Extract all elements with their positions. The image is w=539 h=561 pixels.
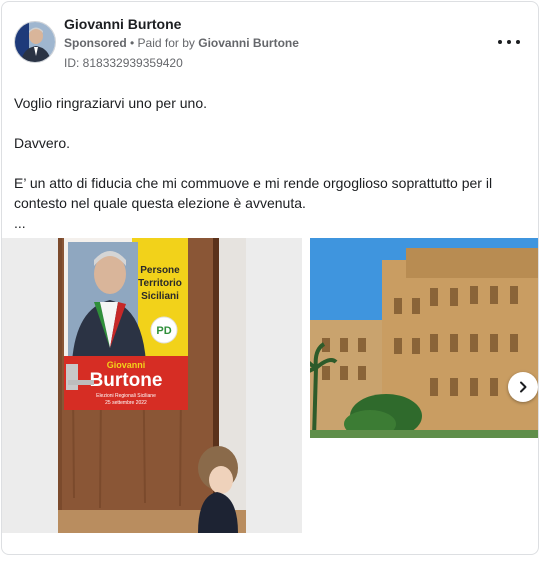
poster-first-name: Giovanni	[107, 360, 146, 370]
post-text-line: E’ un atto di fiducia che mi commuove e …	[14, 175, 493, 211]
ad-meta: Sponsored • Paid for by Giovanni Burtone	[64, 36, 299, 50]
more-horizontal-icon	[498, 40, 502, 44]
photo-door-poster[interactable]: Persone Territorio Siciliani PD Giovanni…	[2, 238, 302, 533]
poster-side-line: Persone	[140, 265, 180, 276]
poster-side-line: Territorio	[138, 278, 182, 289]
post-text-line: Davvero.	[14, 135, 71, 151]
photo-palace[interactable]	[310, 238, 538, 438]
ad-card: Giovanni Burtone Sponsored • Paid for by…	[1, 1, 539, 555]
author-name[interactable]: Giovanni Burtone	[64, 16, 181, 32]
poster-date: 25 settembre 2022	[105, 400, 147, 406]
media-carousel: Persone Territorio Siciliani PD Giovanni…	[2, 238, 538, 538]
avatar[interactable]	[14, 21, 56, 63]
see-more[interactable]: ...	[14, 213, 524, 233]
pd-logo: PD	[156, 325, 171, 337]
chevron-right-icon	[520, 381, 527, 393]
more-options-button[interactable]	[498, 34, 520, 50]
payer-name: Giovanni Burtone	[198, 36, 299, 50]
poster-last-name: Burtone	[90, 370, 163, 391]
post-text-line: Voglio ringraziarvi uno per uno.	[14, 95, 208, 111]
paid-for-prefix: • Paid for by	[126, 36, 199, 50]
sponsored-label: Sponsored	[64, 36, 127, 50]
poster-side-line: Siciliani	[141, 291, 179, 302]
poster-subtitle: Elezioni Regionali Siciliane	[96, 393, 156, 399]
post-text: Voglio ringraziarvi uno per uno. Davvero…	[14, 93, 524, 233]
ad-id: ID: 818332939359420	[64, 56, 183, 70]
carousel-next-button[interactable]	[508, 372, 538, 402]
